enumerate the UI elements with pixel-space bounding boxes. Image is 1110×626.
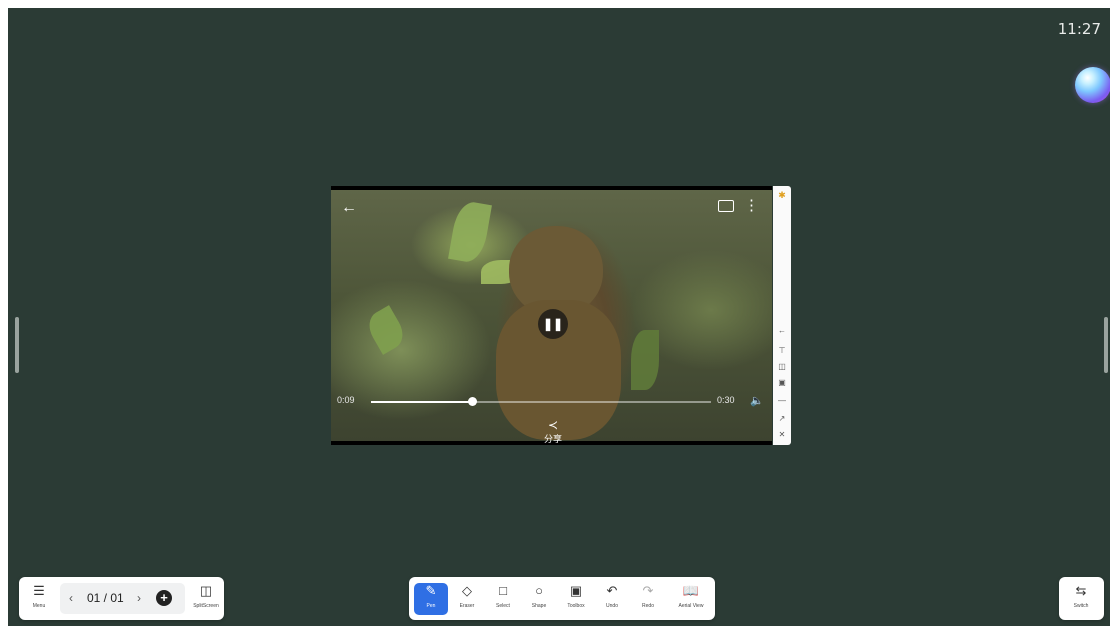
redo-icon: ↷ xyxy=(642,583,654,598)
tool-label: Select xyxy=(496,603,510,609)
tool-redo[interactable]: ↷ Redo xyxy=(631,583,665,615)
pin-top-icon[interactable]: ⊤ xyxy=(773,346,791,356)
page-navigator: ‹ 01 / 01 › + xyxy=(60,583,185,614)
menu-label: Menu xyxy=(32,603,46,609)
tool-label: Pen xyxy=(426,603,436,609)
seek-thumb[interactable] xyxy=(468,397,477,406)
shape-icon: ○ xyxy=(535,583,543,598)
cast-icon[interactable] xyxy=(718,200,734,212)
whiteboard-canvas[interactable]: 11:27 ← ⋮ ❚❚ 0:09 0:30 🔈 ≺ 分享 ✱ ← ⊤ ◫ ▣ xyxy=(8,8,1110,626)
select-icon: □ xyxy=(499,583,507,598)
minimize-icon[interactable]: — xyxy=(773,396,791,406)
menu-icon: ☰ xyxy=(33,583,45,598)
tool-label: Redo xyxy=(642,603,654,609)
video-window[interactable]: ← ⋮ ❚❚ 0:09 0:30 🔈 ≺ 分享 xyxy=(331,186,772,445)
toolbox-icon: ▣ xyxy=(569,583,583,598)
share-button[interactable]: ≺ 分享 xyxy=(538,419,568,445)
tool-label: Aerial View xyxy=(678,603,704,609)
prev-page-icon[interactable]: ‹ xyxy=(69,591,73,605)
more-options-icon[interactable]: ⋮ xyxy=(744,196,759,214)
clock: 11:27 xyxy=(1057,20,1101,38)
page-toolbar: ☰ Menu ‹ 01 / 01 › + ◫ SplitScreen xyxy=(19,577,224,620)
volume-icon[interactable]: 🔈 xyxy=(750,394,764,407)
menu-button[interactable]: ☰ Menu xyxy=(22,583,56,615)
tool-label: Toolbox xyxy=(567,603,585,609)
add-page-icon[interactable]: + xyxy=(156,590,172,606)
tool-aerial-view[interactable]: 📖 Aerial View xyxy=(671,583,711,615)
split-screen-label: SplitScreen xyxy=(193,603,219,609)
close-icon[interactable]: ✕ xyxy=(773,430,791,440)
split-icon[interactable]: ◫ xyxy=(773,362,791,372)
back-arrow-icon[interactable]: ← xyxy=(341,199,357,217)
current-time: 0:09 xyxy=(337,395,355,405)
tool-label: Shape xyxy=(531,603,547,609)
next-page-icon[interactable]: › xyxy=(137,591,141,605)
assistant-orb-icon[interactable] xyxy=(1075,67,1110,103)
tool-pen[interactable]: ✎ Pen xyxy=(414,583,448,615)
total-time: 0:30 xyxy=(717,395,735,405)
tool-toolbar: ✎ Pen ◇ Eraser □ Select ○ Shape ▣ Toolbo… xyxy=(409,577,715,620)
aerial-view-icon: 📖 xyxy=(682,583,700,598)
seek-bar[interactable] xyxy=(371,401,711,403)
window-control-strip: ✱ ← ⊤ ◫ ▣ — ↗ ✕ xyxy=(773,186,791,445)
switch-icon: ⇆ xyxy=(1075,583,1087,598)
share-icon: ≺ xyxy=(547,418,559,432)
app-logo-icon: ✱ xyxy=(778,190,786,200)
page-indicator: 01 / 01 xyxy=(87,591,124,605)
eraser-icon: ◇ xyxy=(462,583,472,598)
tool-select[interactable]: □ Select xyxy=(486,583,520,615)
seek-bar-progress xyxy=(371,401,473,403)
tool-label: Eraser xyxy=(459,603,475,609)
tool-undo[interactable]: ↶ Undo xyxy=(595,583,629,615)
tool-eraser[interactable]: ◇ Eraser xyxy=(450,583,484,615)
back-icon[interactable]: ← xyxy=(773,326,791,336)
switch-label: Switch xyxy=(1073,603,1089,609)
tool-label: Undo xyxy=(606,603,618,609)
tool-shape[interactable]: ○ Shape xyxy=(522,583,556,615)
fullscreen-icon[interactable]: ↗ xyxy=(773,414,791,424)
left-edge-handle[interactable] xyxy=(15,317,19,373)
share-label: 分享 xyxy=(543,434,562,444)
pen-icon: ✎ xyxy=(425,583,437,598)
split-screen-icon: ◫ xyxy=(199,583,213,598)
switch-toolbar: ⇆ Switch xyxy=(1059,577,1104,620)
pause-button[interactable]: ❚❚ xyxy=(538,309,568,339)
split-screen-button[interactable]: ◫ SplitScreen xyxy=(189,583,223,615)
right-edge-handle[interactable] xyxy=(1104,317,1108,373)
undo-icon: ↶ xyxy=(606,583,618,598)
switch-button[interactable]: ⇆ Switch xyxy=(1064,583,1098,615)
screenshot-icon[interactable]: ▣ xyxy=(773,378,791,388)
tool-toolbox[interactable]: ▣ Toolbox xyxy=(559,583,593,615)
